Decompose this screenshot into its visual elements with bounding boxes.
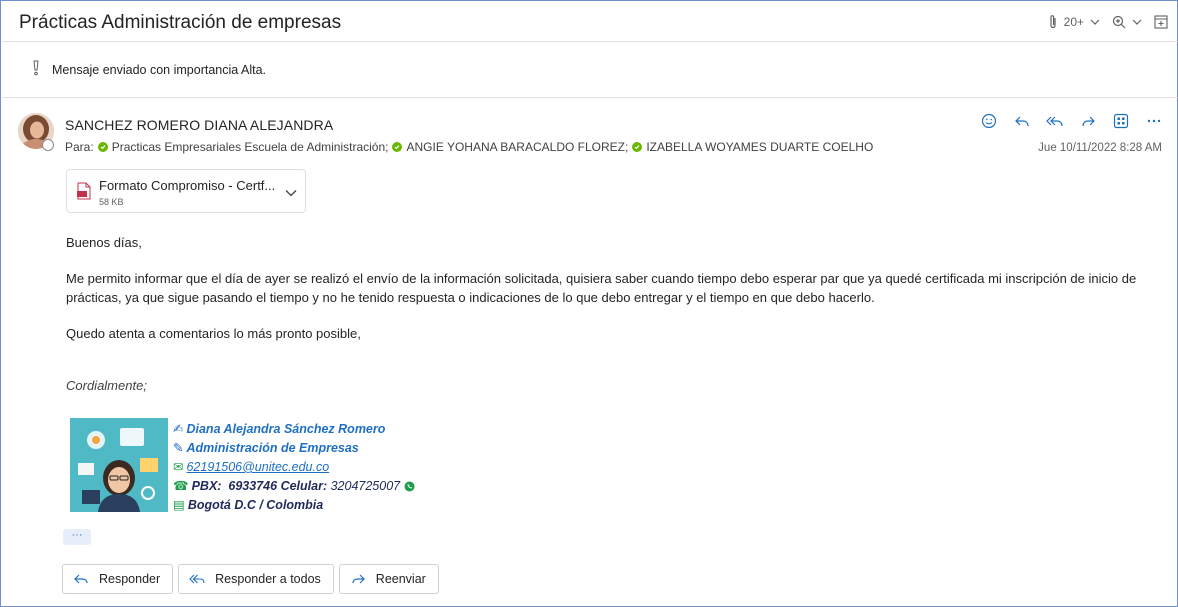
importance-text: Mensaje enviado con importancia Alta. [52,63,267,77]
building-icon: ▤ [173,498,185,512]
open-in-window-icon[interactable] [1154,15,1168,29]
signature-image [70,418,168,512]
whatsapp-icon [404,481,415,492]
signature-block: ✍ Diana Alejandra Sánchez Romero ✎ Admin… [173,420,415,515]
phone-icon: ☎ [173,479,189,493]
signature-program-line: ✎ Administración de Empresas [173,439,415,458]
message-date: Jue 10/11/2022 8:28 AM [1038,142,1162,154]
forward-icon [352,574,365,584]
cel-number: 3204725007 [330,479,401,493]
attachment-size: 58 KB [99,197,124,207]
reply-icon [74,574,88,584]
to-label: Para: [65,140,94,154]
signature-city: Bogotá D.C / Colombia [187,498,324,512]
signature-phone-line: ☎ PBX: 6933746 Celular: 3204725007 [173,477,415,496]
presence-status-icon [42,139,54,151]
available-status-icon [97,142,108,152]
person-icon: ✍ [173,422,184,436]
chevron-down-icon[interactable] [1132,18,1142,26]
recipient[interactable]: Practicas Empresariales Escuela de Admin… [97,140,388,154]
message-subject: Prácticas Administración de empresas [19,12,342,33]
signoff: Cordialmente; [66,378,147,393]
reply-button-label: Responder [99,572,161,586]
zoom-icon[interactable] [1112,15,1126,29]
chevron-down-icon[interactable] [1090,18,1100,26]
pen-icon: ✎ [173,441,184,455]
available-status-icon [392,142,403,152]
greeting: Buenos días, [66,235,142,250]
body-paragraph: Me permito informar que el día de ayer s… [66,271,1137,305]
forward-button-label: Reenviar [375,572,426,586]
reply-all-icon [189,574,205,584]
closing-line: Quedo atenta a comentarios lo más pronto… [66,326,361,341]
envelope-icon: ✉ [173,460,184,474]
pbx-label: PBX: [191,479,222,493]
pbx-number: 6933746 [228,479,278,493]
available-status-icon [632,142,643,152]
header-tools: 20+ [1048,14,1168,30]
sender-name[interactable]: SANCHEZ ROMERO DIANA ALEJANDRA [65,117,333,133]
attachment-name: Formato Compromiso - Certf... [99,178,276,193]
signature-email-link[interactable]: 62191506@unitec.edu.co [186,458,329,477]
emoji-icon[interactable] [980,112,998,130]
reply-buttons: Responder Responder a todos Reenviar [62,564,439,594]
high-importance-icon [32,60,40,79]
recipients-line: Para: Practicas Empresariales Escuela de… [65,140,877,154]
message-actions [980,112,1163,130]
signature-name-line: ✍ Diana Alejandra Sánchez Romero [173,420,415,439]
signature-program: Administración de Empresas [186,441,359,455]
message-header: Prácticas Administración de empresas 20+ [2,2,1178,42]
recipient[interactable]: ANGIE YOHANA BARACALDO FLOREZ; [392,140,628,154]
forward-button[interactable]: Reenviar [338,564,439,594]
reply-all-button[interactable]: Responder a todos [178,564,334,594]
signature-email-line: ✉ 62191506@unitec.edu.co [173,458,415,477]
attachment-count[interactable]: 20+ [1064,15,1084,29]
reply-all-icon[interactable] [1046,112,1064,130]
reply-button[interactable]: Responder [62,564,174,594]
signature-name: Diana Alejandra Sánchez Romero [186,422,386,436]
paperclip-icon[interactable] [1048,14,1058,30]
reply-icon[interactable] [1013,112,1031,130]
signature-city-line: ▤ Bogotá D.C / Colombia [173,496,415,515]
forward-icon[interactable] [1079,112,1097,130]
reply-all-button-label: Responder a todos [215,572,321,586]
show-more-button[interactable]: ··· [63,529,91,545]
apps-icon[interactable] [1112,112,1130,130]
chevron-down-icon[interactable] [285,185,297,200]
importance-banner: Mensaje enviado con importancia Alta. [2,43,1178,98]
more-options-icon[interactable] [1145,112,1163,130]
reading-pane: Prácticas Administración de empresas 20+ [0,0,1178,607]
pdf-file-icon [77,182,91,203]
recipient[interactable]: IZABELLA WOYAMES DUARTE COELHO [632,140,873,154]
cel-label: Celular: [280,479,328,493]
attachment-card[interactable]: Formato Compromiso - Certf... 58 KB [66,169,306,213]
